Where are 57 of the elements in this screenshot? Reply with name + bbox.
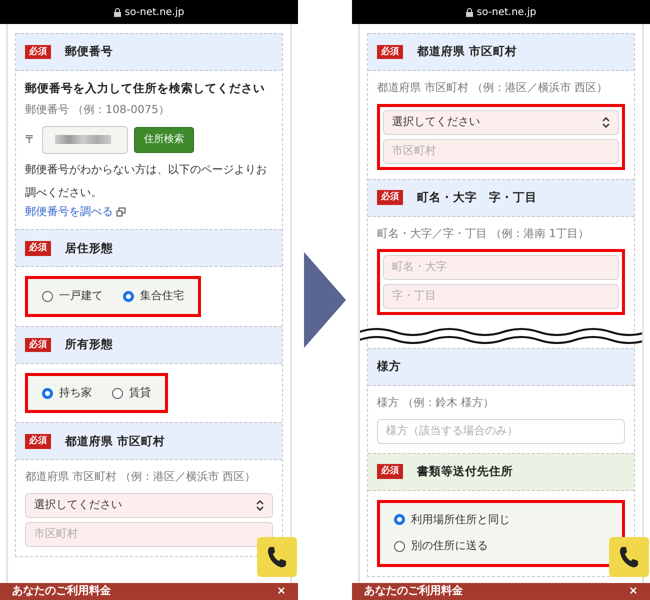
up-down-caret-icon (602, 116, 610, 128)
blurred-value (55, 135, 111, 144)
url-text: so-net.ne.jp (476, 6, 536, 20)
required-badge: 必須 (25, 44, 51, 60)
radio-button[interactable] (112, 388, 123, 399)
section-title: 都道府県 市区町村 (417, 43, 518, 60)
lock-icon (466, 8, 473, 16)
url-text: so-net.ne.jp (124, 6, 184, 20)
field-label: 郵便番号 （例：108-0075） (25, 102, 170, 118)
required-badge: 必須 (25, 434, 51, 449)
instruction-text: 郵便番号を入力して住所を検索してください (25, 80, 266, 97)
section-title: 居住形態 (65, 240, 113, 257)
radio-option[interactable]: 持ち家 (42, 384, 92, 402)
call-button[interactable] (609, 537, 649, 577)
required-badge: 必須 (25, 241, 51, 256)
postal-code-link[interactable]: 郵便番号を調べる (25, 204, 126, 220)
section-title: 町名・大字 字・丁目 (417, 188, 537, 206)
field-label: 都道府県 市区町村 （例：港区／横浜市 西区） (25, 469, 256, 486)
field-label: 町名・大字／字・丁目 （例：港南 1丁目） (377, 226, 590, 242)
postal-code-field[interactable] (42, 126, 128, 154)
phone-icon (267, 546, 287, 568)
lock-icon (114, 8, 121, 16)
select-dropdown[interactable]: 選択してください (25, 492, 273, 518)
close-icon[interactable]: × (628, 583, 638, 600)
radio-option[interactable]: 一戸建て (42, 288, 103, 305)
required-badge: 必須 (377, 464, 403, 479)
required-badge: 必須 (377, 190, 403, 205)
help-text: 郵便番号がわからない方は、以下のページよりお調べください。 (25, 162, 268, 201)
section-title: 所有形態 (65, 336, 113, 354)
radio-button[interactable] (42, 291, 53, 302)
postal-symbol: 〒 (25, 132, 36, 148)
close-icon[interactable]: × (276, 583, 286, 600)
section-title: 郵便番号 (65, 43, 113, 60)
section-title: 都道府県 市区町村 (65, 432, 166, 450)
field-label: 様方 （例：鈴木 様方） (377, 395, 495, 411)
phone-icon (619, 546, 639, 568)
external-link-icon (116, 207, 126, 218)
radio-button[interactable] (394, 540, 405, 552)
radio-button[interactable] (42, 388, 53, 399)
required-badge: 必須 (25, 338, 51, 352)
radio-option[interactable]: 別の住所に送る (394, 538, 608, 554)
up-down-caret-icon (256, 500, 264, 511)
fee-summary-title: あなたのご利用料金 (12, 583, 111, 600)
radio-option[interactable]: 賃貸 (112, 384, 151, 402)
section-title: 書類等送付先住所 (417, 462, 513, 480)
fee-summary-title: あなたのご利用料金 (364, 583, 463, 600)
required-badge: 必須 (377, 44, 403, 60)
radio-option[interactable]: 利用場所住所と同じ (394, 512, 608, 528)
radio-button[interactable] (123, 291, 134, 302)
radio-option[interactable]: 集合住宅 (123, 288, 184, 305)
call-button[interactable] (257, 537, 297, 577)
right-arrow-icon (304, 252, 346, 348)
address-search-button[interactable]: 住所検索 (134, 126, 194, 153)
radio-button[interactable] (394, 514, 405, 526)
field-label: 都道府県 市区町村 （例：港区／横浜市 西区） (377, 80, 608, 96)
select-dropdown[interactable]: 選択してください (383, 110, 619, 134)
section-title: 様方 (377, 358, 401, 376)
